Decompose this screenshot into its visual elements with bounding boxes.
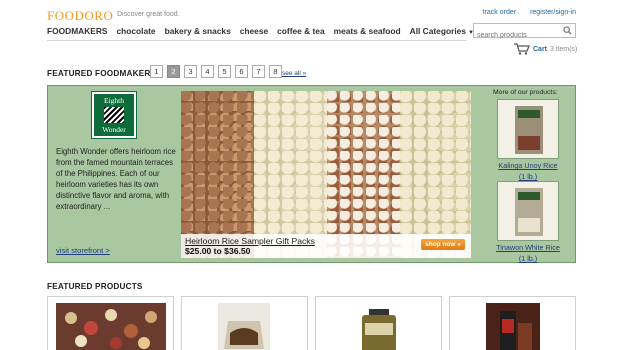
product-card[interactable] <box>47 296 174 350</box>
spotlight-product-image[interactable]: Heirloom Rice Sampler Gift Packs $25.00 … <box>181 91 471 258</box>
nav-cheese[interactable]: cheese <box>240 26 268 36</box>
register-signin-link[interactable]: register/sign-in <box>530 9 576 16</box>
cart-icon <box>514 43 530 55</box>
nav-chocolate[interactable]: chocolate <box>117 26 156 36</box>
zebra-icon <box>104 107 124 123</box>
product-image <box>486 303 540 350</box>
page-2-current[interactable]: 2 <box>167 65 180 78</box>
more-product-label[interactable]: Tinawon White Rice <box>495 243 561 252</box>
rice-photo-segment <box>254 91 327 258</box>
rice-photo-segment <box>181 91 254 258</box>
foodmaker-pager: 1 2 3 4 5 6 7 8 <box>150 65 282 78</box>
page-6[interactable]: 6 <box>235 65 248 78</box>
nav-divider <box>47 40 467 41</box>
more-product-item[interactable]: Tinawon White Rice (1 lb.) <box>495 181 561 263</box>
nav-all-categories-label: All Categories <box>409 26 466 36</box>
maker-logo-bottom: Wonder <box>102 125 126 134</box>
more-product-size[interactable]: (1 lb.) <box>495 172 561 181</box>
product-thumbnail[interactable] <box>497 99 559 159</box>
page-1[interactable]: 1 <box>150 65 163 78</box>
track-order-link[interactable]: track order <box>483 9 516 16</box>
page-4[interactable]: 4 <box>201 65 214 78</box>
nav-foodmakers[interactable]: FOODMAKERS <box>47 26 108 36</box>
page-7[interactable]: 7 <box>252 65 265 78</box>
see-all-link[interactable]: see all » <box>282 70 306 77</box>
search-input[interactable] <box>474 29 560 42</box>
site-logo[interactable]: FOODORO <box>47 8 113 24</box>
spotlight-product-name[interactable]: Heirloom Rice Sampler Gift Packs <box>185 236 315 246</box>
product-image <box>362 309 396 350</box>
nav-all-categories[interactable]: All Categories ▼ <box>410 26 474 36</box>
spotlight-caption: Heirloom Rice Sampler Gift Packs $25.00 … <box>181 234 471 258</box>
more-product-item[interactable]: Kalinga Unoy Rice (1 lb.) <box>495 99 561 181</box>
spotlight-product-price: $25.00 to $36.50 <box>185 246 251 256</box>
featured-products-title: FEATURED PRODUCTS <box>47 282 143 291</box>
page-5[interactable]: 5 <box>218 65 231 78</box>
nav-meats-seafood[interactable]: meats & seafood <box>334 26 401 36</box>
more-products-title: More of our products: <box>493 89 558 96</box>
rice-bag-image <box>515 106 543 154</box>
rice-bag-image <box>515 188 543 236</box>
rice-photo-segment <box>400 91 471 258</box>
product-image <box>56 303 166 350</box>
maker-logo-top: Eighth <box>104 96 124 105</box>
main-nav: FOODMAKERS chocolate bakery & snacks che… <box>47 26 474 36</box>
eighth-wonder-logo[interactable]: Eighth Wonder <box>91 91 137 139</box>
more-product-label[interactable]: Kalinga Unoy Rice <box>495 161 561 170</box>
maker-description: Eighth Wonder offers heirloom rice from … <box>56 147 176 211</box>
shop-now-button[interactable]: shop now » <box>421 239 465 250</box>
product-image <box>218 303 270 350</box>
nav-coffee-tea[interactable]: coffee & tea <box>277 26 324 36</box>
search-icon[interactable] <box>563 26 572 35</box>
product-card[interactable] <box>315 296 442 350</box>
site-tagline: Discover great food. <box>117 11 180 18</box>
product-card[interactable] <box>181 296 308 350</box>
product-thumbnail[interactable] <box>497 181 559 241</box>
featured-foodmaker-panel: Eighth Wonder Eighth Wonder offers heirl… <box>47 85 576 263</box>
rice-photo-segment <box>327 91 400 258</box>
cart-count: 3 item(s) <box>550 45 578 53</box>
more-product-size[interactable]: (1 lb.) <box>495 254 561 263</box>
nav-bakery-snacks[interactable]: bakery & snacks <box>165 26 231 36</box>
page-3[interactable]: 3 <box>184 65 197 78</box>
search-box <box>473 23 576 42</box>
visit-storefront-link[interactable]: visit storefront > <box>56 246 110 255</box>
cart-label[interactable]: Cart <box>533 46 547 53</box>
page-8[interactable]: 8 <box>269 65 282 78</box>
cart[interactable]: Cart 3 item(s) <box>514 43 577 55</box>
top-links: track order register/sign-in <box>483 9 576 16</box>
featured-foodmakers-title: FEATURED FOODMAKERS <box>47 69 157 78</box>
product-card[interactable] <box>449 296 576 350</box>
